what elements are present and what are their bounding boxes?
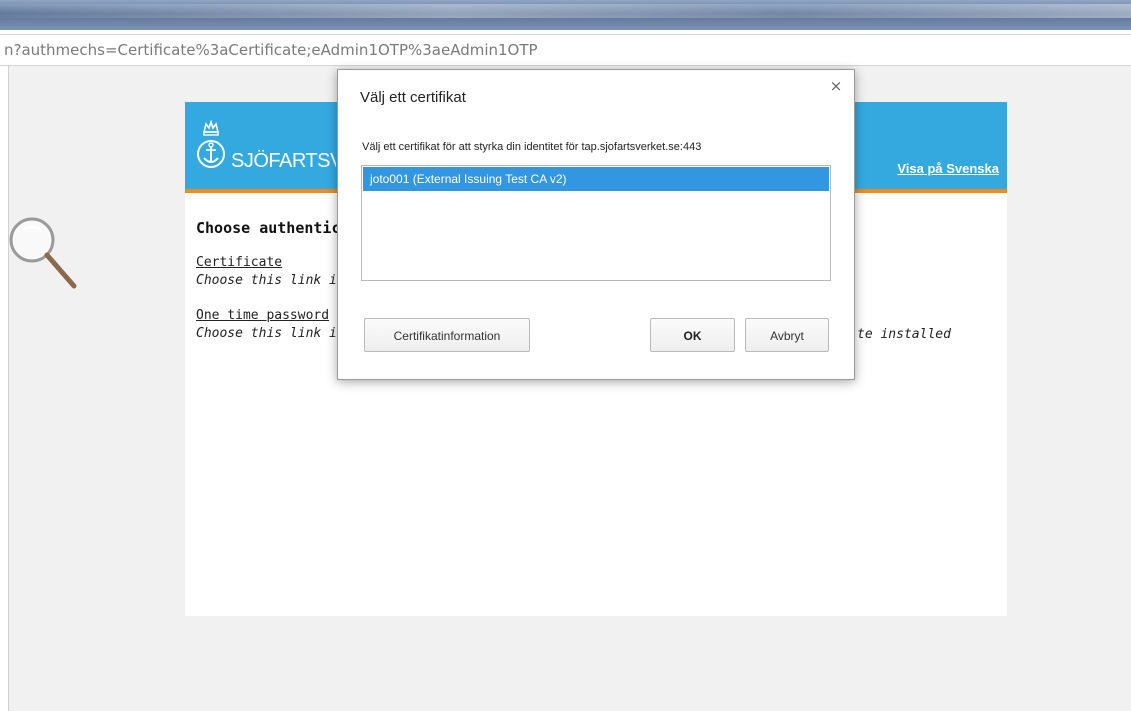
ok-button[interactable]: OK bbox=[650, 318, 735, 352]
dialog-title: Välj ett certifikat bbox=[360, 89, 466, 106]
magnifier-icon bbox=[9, 217, 77, 289]
otp-link[interactable]: One time password bbox=[196, 308, 336, 323]
certificate-info-button[interactable]: Certifikatinformation bbox=[364, 318, 530, 352]
site-logo-text: SJÖFARTSVERKET bbox=[231, 150, 336, 172]
certificate-description: Choose this link if you have a certifica… bbox=[196, 273, 336, 288]
cancel-button[interactable]: Avbryt bbox=[745, 318, 829, 352]
page-heading: Choose authentication method bbox=[196, 219, 338, 237]
address-bar[interactable]: n?authmechs=Certificate%3aCertificate;eA… bbox=[0, 34, 1131, 66]
address-text[interactable]: n?authmechs=Certificate%3aCertificate;eA… bbox=[4, 41, 538, 59]
certificate-dialog: Välj ett certifikat × Välj ett certifika… bbox=[337, 69, 855, 380]
browser-title-bar bbox=[0, 0, 1131, 30]
otp-description: Choose this link if you do not have a ce… bbox=[196, 326, 336, 341]
certificate-list[interactable]: joto001 (External Issuing Test CA v2) bbox=[361, 165, 831, 281]
anchor-crown-icon bbox=[197, 119, 225, 168]
certificate-link[interactable]: Certificate bbox=[196, 255, 336, 270]
language-switch-link[interactable]: Visa på Svenska bbox=[897, 161, 999, 176]
certificate-list-item[interactable]: joto001 (External Issuing Test CA v2) bbox=[363, 167, 829, 191]
close-icon[interactable]: × bbox=[828, 78, 844, 94]
otp-description-tail: te installed bbox=[857, 327, 951, 342]
dialog-description: Välj ett certifikat för att styrka din i… bbox=[362, 141, 702, 153]
